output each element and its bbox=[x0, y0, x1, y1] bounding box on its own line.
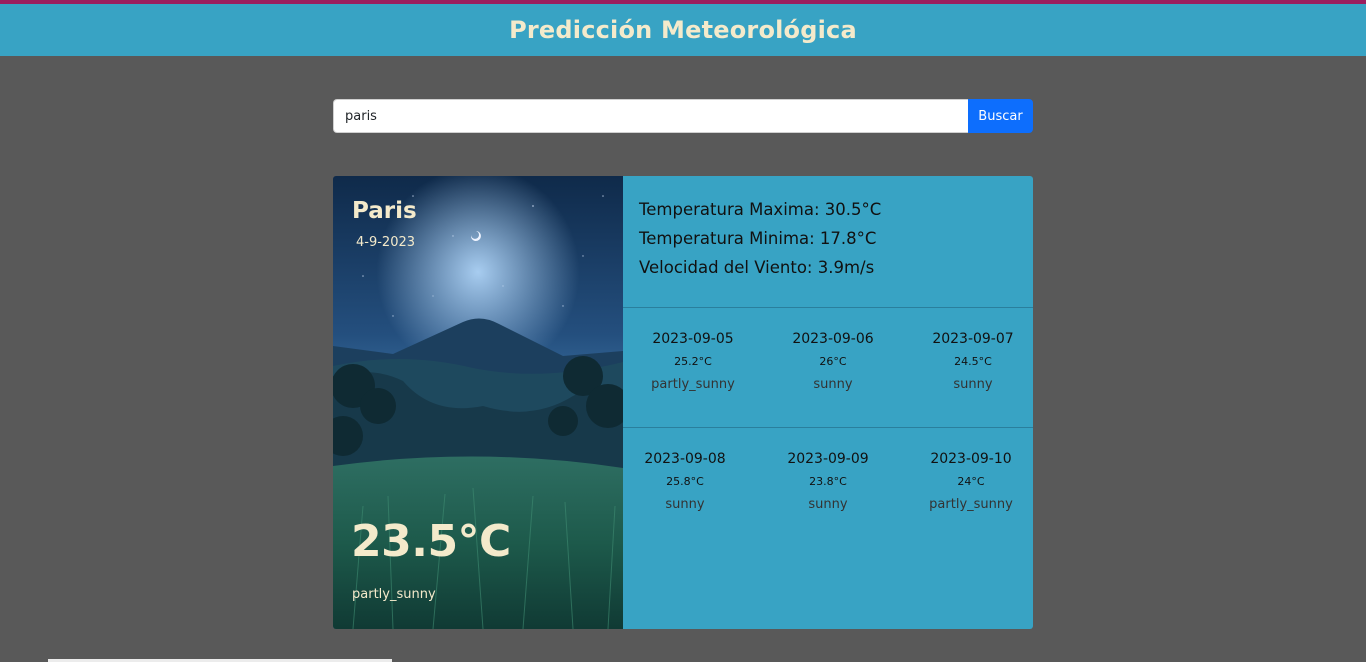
forecast-row: 2023-09-08 25.8°C sunny 2023-09-09 23.8°… bbox=[623, 449, 1033, 529]
forecast-day: 2023-09-08 25.8°C sunny bbox=[620, 449, 750, 514]
search-bar: Buscar bbox=[333, 99, 1033, 133]
forecast-day: 2023-09-10 24°C partly_sunny bbox=[906, 449, 1036, 514]
forecast-condition: sunny bbox=[953, 377, 993, 392]
forecast-temp: 24°C bbox=[957, 475, 985, 488]
search-input[interactable] bbox=[333, 99, 968, 133]
forecast-date: 2023-09-07 bbox=[932, 331, 1014, 347]
forecast-condition: sunny bbox=[808, 497, 848, 512]
app-header: Predicción Meteorológica bbox=[0, 4, 1366, 56]
current-condition: partly_sunny bbox=[352, 587, 436, 602]
forecast-condition: sunny bbox=[665, 497, 705, 512]
max-temperature: Temperatura Maxima: 30.5°C bbox=[639, 200, 882, 219]
min-temperature: Temperatura Minima: 17.8°C bbox=[639, 229, 877, 248]
current-temperature: 23.5°C bbox=[351, 516, 511, 567]
search-button[interactable]: Buscar bbox=[968, 99, 1033, 133]
city-name: Paris bbox=[352, 198, 417, 224]
forecast-day: 2023-09-09 23.8°C sunny bbox=[763, 449, 893, 514]
forecast-day: 2023-09-07 24.5°C sunny bbox=[908, 329, 1038, 394]
forecast-date: 2023-09-08 bbox=[644, 451, 726, 467]
forecast-date: 2023-09-06 bbox=[792, 331, 874, 347]
divider bbox=[623, 427, 1033, 428]
forecast-temp: 23.8°C bbox=[809, 475, 847, 488]
current-date: 4-9-2023 bbox=[356, 235, 416, 250]
page-title: Predicción Meteorológica bbox=[509, 16, 857, 44]
forecast-date: 2023-09-05 bbox=[652, 331, 734, 347]
forecast-day: 2023-09-05 25.2°C partly_sunny bbox=[628, 329, 758, 394]
wind-speed: Velocidad del Viento: 3.9m/s bbox=[639, 258, 875, 277]
weather-card: Paris 4-9-2023 23.5°C partly_sunny Tempe… bbox=[333, 176, 1033, 629]
forecast-condition: partly_sunny bbox=[929, 497, 1013, 512]
forecast-temp: 24.5°C bbox=[954, 355, 992, 368]
temperature-stats: Temperatura Maxima: 30.5°C Temperatura M… bbox=[639, 198, 881, 285]
forecast-date: 2023-09-09 bbox=[787, 451, 869, 467]
forecast-temp: 25.2°C bbox=[674, 355, 712, 368]
current-weather-panel: Paris 4-9-2023 23.5°C partly_sunny bbox=[333, 176, 623, 629]
forecast-row: 2023-09-05 25.2°C partly_sunny 2023-09-0… bbox=[623, 329, 1033, 409]
forecast-date: 2023-09-10 bbox=[930, 451, 1012, 467]
forecast-temp: 26°C bbox=[819, 355, 847, 368]
forecast-condition: sunny bbox=[813, 377, 853, 392]
forecast-temp: 25.8°C bbox=[666, 475, 704, 488]
forecast-day: 2023-09-06 26°C sunny bbox=[768, 329, 898, 394]
divider bbox=[623, 307, 1033, 308]
details-panel: Temperatura Maxima: 30.5°C Temperatura M… bbox=[623, 176, 1033, 629]
forecast-condition: partly_sunny bbox=[651, 377, 735, 392]
